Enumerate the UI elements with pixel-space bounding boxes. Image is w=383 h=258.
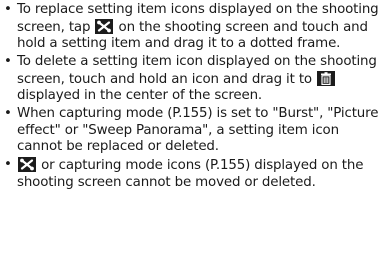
bullet: • xyxy=(4,2,12,17)
tools-icon xyxy=(18,157,36,172)
note-capturing-mode: • When capturing mode (P.155) is set to … xyxy=(0,106,383,156)
notes-list: • To replace setting item icons displaye… xyxy=(0,0,383,193)
bullet: • xyxy=(4,157,12,172)
note-text-after: displayed in the center of the screen. xyxy=(17,88,263,103)
trash-icon xyxy=(317,70,336,86)
note-text-after: or capturing mode icons (P.155) displaye… xyxy=(17,158,364,190)
note-replace-icons: • To replace setting item icons displaye… xyxy=(0,2,383,53)
bullet: • xyxy=(4,54,12,69)
tools-icon xyxy=(95,18,114,34)
note-text: When capturing mode (P.155) is set to "B… xyxy=(17,106,379,154)
note-cannot-move: • or capturing mode icons (P.155) displa… xyxy=(0,157,383,191)
bullet: • xyxy=(4,106,12,121)
note-delete-icon: • To delete a setting item icon displaye… xyxy=(0,54,383,105)
